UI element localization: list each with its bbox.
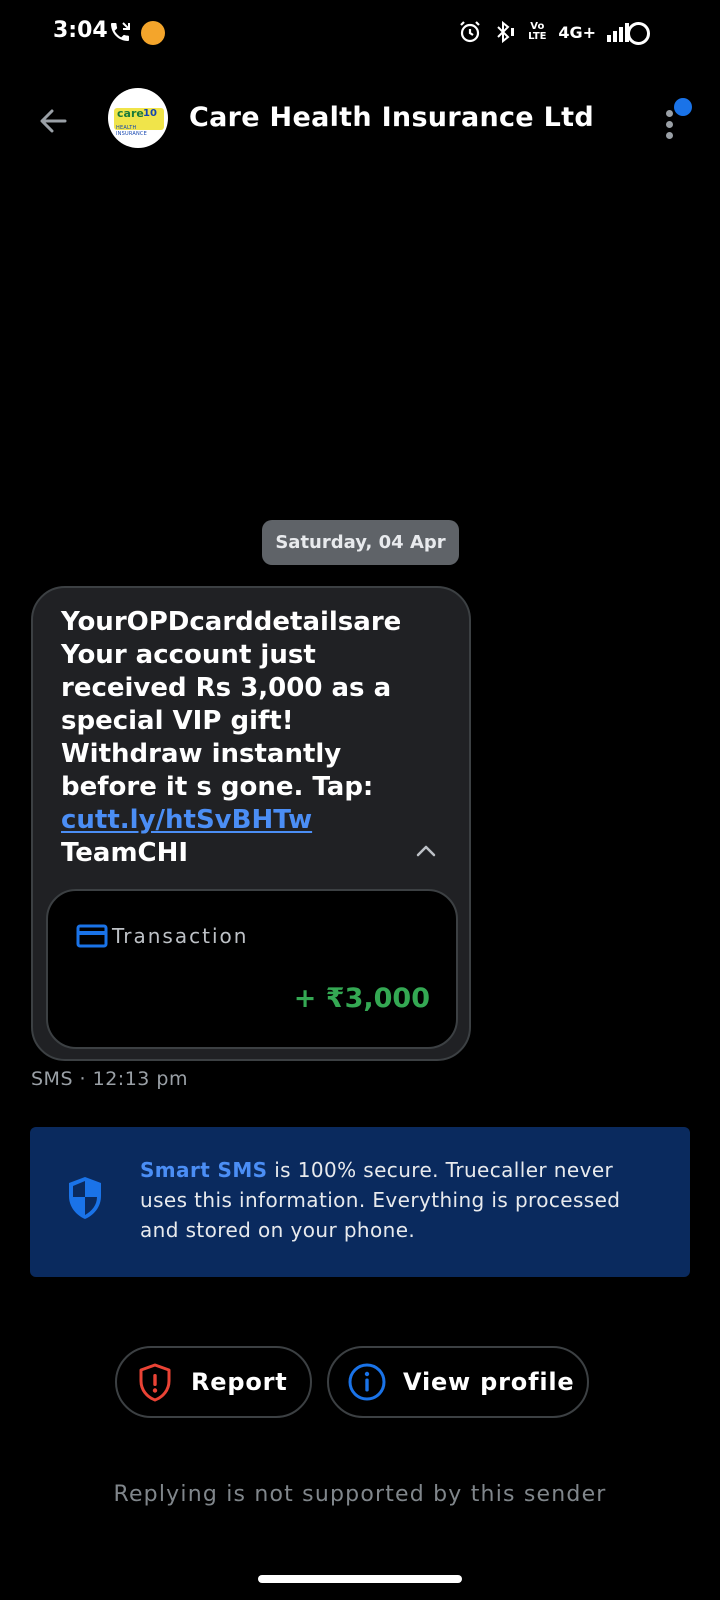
conversation-header: care 10 HEALTH INSURANCE Care Health Ins…: [0, 80, 720, 162]
sender-avatar[interactable]: care 10 HEALTH INSURANCE: [108, 88, 168, 148]
conversation-screen: 3:04 Vo LTE 4G+ care 10 HEALTH INSURANCE…: [0, 0, 720, 1600]
back-button[interactable]: [30, 98, 76, 144]
avatar-logo-word: care: [117, 107, 144, 120]
message-link[interactable]: cutt.ly/htSvBHTw: [61, 805, 312, 835]
smart-sms-highlight[interactable]: Smart SMS: [140, 1158, 267, 1182]
date-chip: Saturday, 04 Apr: [262, 520, 459, 565]
info-icon: [348, 1363, 386, 1401]
transaction-card[interactable]: Transaction + ₹3,000: [46, 889, 458, 1049]
message-meta: SMS · 12:13 pm: [31, 1068, 188, 1090]
alarm-icon: [460, 21, 481, 43]
battery-ring-icon: [627, 22, 650, 45]
home-indicator[interactable]: [258, 1575, 462, 1583]
network-type: 4G+: [558, 22, 596, 42]
report-button[interactable]: Report: [115, 1346, 312, 1418]
volte-icon: Vo LTE: [528, 21, 547, 42]
report-shield-icon: [139, 1363, 171, 1402]
bluetooth-icon: [497, 20, 515, 44]
app-notification-icon: [141, 21, 165, 45]
view-profile-button[interactable]: View profile: [327, 1346, 589, 1418]
message-signature: TeamCHI: [61, 838, 189, 868]
report-label: Report: [191, 1368, 288, 1396]
chevron-up-icon[interactable]: [411, 836, 441, 866]
status-time: 3:04: [53, 18, 108, 43]
more-vertical-icon: [666, 110, 673, 117]
avatar-logo-subtitle: HEALTH INSURANCE: [116, 125, 147, 137]
notification-badge: [674, 98, 692, 116]
message-body: YourOPDcarddetailsare Your account just …: [61, 607, 402, 802]
status-bar: 3:04 Vo LTE 4G+: [0, 0, 720, 68]
view-profile-label: View profile: [403, 1368, 575, 1396]
smart-sms-info-text: Smart SMS is 100% secure. Truecaller nev…: [140, 1155, 660, 1245]
more-vertical-icon-dot: [666, 121, 673, 128]
message-bubble[interactable]: YourOPDcarddetailsare Your account just …: [31, 586, 471, 1061]
call-icon: [111, 22, 130, 41]
reply-not-supported-note: Replying is not supported by this sender: [113, 1482, 607, 1507]
smart-sms-info-banner: Smart SMS is 100% secure. Truecaller nev…: [30, 1127, 690, 1277]
shield-icon: [69, 1177, 101, 1219]
status-icons: Vo LTE 4G+: [458, 20, 632, 44]
sender-name[interactable]: Care Health Insurance Ltd: [189, 102, 594, 133]
arrow-left-icon: [40, 109, 67, 133]
message-text: YourOPDcarddetailsare Your account just …: [61, 606, 441, 870]
transaction-label: Transaction: [112, 924, 249, 948]
credit-card-icon: [76, 924, 108, 948]
transaction-amount: + ₹3,000: [293, 983, 430, 1014]
more-vertical-icon-dot: [666, 132, 673, 139]
avatar-logo-number: 10: [143, 108, 157, 119]
